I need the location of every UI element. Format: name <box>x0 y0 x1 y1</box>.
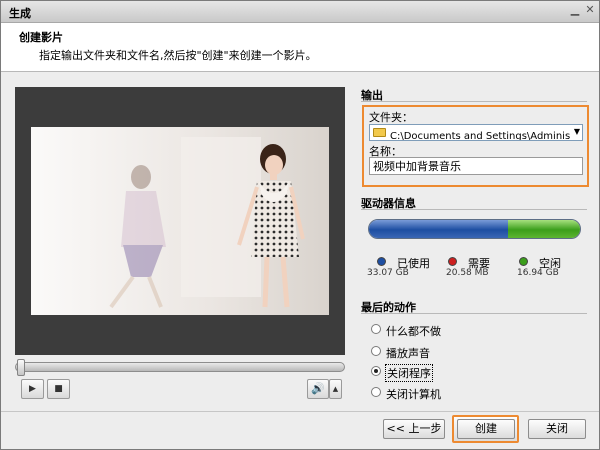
needed-dot-icon <box>448 257 457 266</box>
footer-divider <box>1 411 599 412</box>
volume-dropdown-button[interactable]: ▲ <box>329 379 342 399</box>
radio-label: 什么都不做 <box>386 325 441 338</box>
close-button[interactable]: 关闭 <box>528 419 586 439</box>
stop-icon: ■ <box>54 384 63 394</box>
play-button[interactable]: ▶ <box>21 379 44 399</box>
output-panel: 文件夹： C:\Documents and Settings\Administr… <box>362 105 589 187</box>
radio-label: 关闭计算机 <box>386 388 441 401</box>
radio-button[interactable] <box>371 324 381 334</box>
used-dot-icon <box>377 257 386 266</box>
video-frame <box>31 127 329 315</box>
divider <box>361 313 587 314</box>
radio-label: 关闭程序 <box>385 364 433 382</box>
used-size: 33.07 GB <box>367 268 409 278</box>
radio-button[interactable] <box>371 387 381 397</box>
speaker-icon: 🔊 <box>311 382 325 395</box>
free-size: 16.94 GB <box>517 268 559 278</box>
radio-button[interactable] <box>371 346 381 356</box>
radio-label: 播放声音 <box>386 347 430 360</box>
title-bar: 生成 ▁ ✕ <box>1 1 599 23</box>
drive-usage-bar <box>368 219 581 239</box>
needed-size: 20.58 MB <box>446 268 489 278</box>
minimize-icon[interactable]: ▁ <box>567 3 583 19</box>
drive-used-fill <box>369 220 509 238</box>
seek-slider-thumb[interactable] <box>17 359 25 376</box>
folder-path-value: C:\Documents and Settings\Administrator\… <box>390 131 570 141</box>
folder-icon <box>373 128 386 137</box>
free-dot-icon <box>519 257 528 266</box>
seek-slider[interactable] <box>15 359 345 376</box>
folder-label: 文件夹： <box>369 111 413 124</box>
window-title: 生成 <box>9 7 31 20</box>
filename-input[interactable] <box>369 157 583 175</box>
header-description: 指定输出文件夹和文件名,然后按"创建"来创建一个影片。 <box>39 49 317 62</box>
create-movie-dialog: 生成 ▁ ✕ 创建影片 指定输出文件夹和文件名,然后按"创建"来创建一个影片。 <box>0 0 600 450</box>
radio-button-selected[interactable] <box>371 366 381 376</box>
folder-select[interactable]: C:\Documents and Settings\Administrator\… <box>369 124 583 141</box>
play-icon: ▶ <box>29 384 36 394</box>
stop-button[interactable]: ■ <box>47 379 70 399</box>
drive-free-fill <box>508 220 580 238</box>
header-title: 创建影片 <box>19 31 63 44</box>
close-icon[interactable]: ✕ <box>582 3 598 19</box>
dialog-header: 创建影片 指定输出文件夹和文件名,然后按"创建"来创建一个影片。 <box>1 23 599 72</box>
divider <box>361 209 587 210</box>
triangle-up-icon: ▲ <box>332 385 339 393</box>
video-preview <box>15 87 345 355</box>
previous-button[interactable]: << 上一步 <box>383 419 445 439</box>
chevron-down-icon[interactable]: ▼ <box>574 127 580 136</box>
volume-button[interactable]: 🔊 <box>307 379 329 399</box>
divider <box>361 101 587 102</box>
create-button[interactable]: 创建 <box>457 419 515 439</box>
preview-image <box>31 127 329 315</box>
